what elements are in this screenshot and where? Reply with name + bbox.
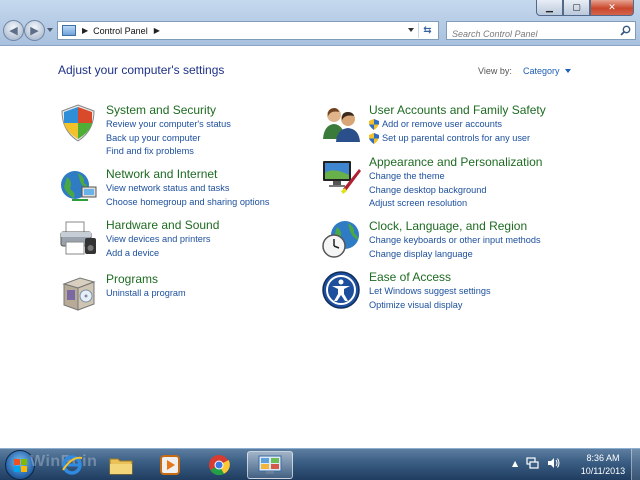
breadcrumb-control-panel[interactable]: Control Panel [93,26,148,36]
link-find-fix[interactable]: Find and fix problems [106,145,346,159]
link-back-up[interactable]: Back up your computer [106,132,346,146]
taskbar-windows-explorer[interactable] [98,451,144,479]
taskbar: WinPoin ▲ 8:36 AM 10/11/2013 [0,448,640,480]
search-box [446,21,636,43]
link-add-remove-accounts-label: Add or remove user accounts [382,119,503,129]
page-title: Adjust your computer's settings [58,63,225,77]
refresh-icon[interactable]: ⇆ [418,23,436,38]
taskbar-control-panel[interactable] [247,451,293,479]
link-view-devices[interactable]: View devices and printers [106,233,346,247]
back-button[interactable]: ◀ [3,20,24,41]
clock-globe-icon[interactable] [321,219,361,259]
windows-logo-icon [14,459,27,472]
minimize-button[interactable]: ▁ [536,0,563,16]
view-by-dropdown[interactable]: Category [523,66,571,76]
notification-area: ▲ [512,457,560,469]
link-change-theme[interactable]: Change the theme [369,170,609,184]
ease-of-access-icon[interactable] [321,270,361,310]
shield-icon[interactable] [58,103,98,143]
control-panel-window: ▁ ▢ ✕ ◀ ▶ ▶ Control Panel ▶ ⇆ Adjust [0,0,640,448]
category-title-hardware-sound[interactable]: Hardware and Sound [106,218,346,233]
link-homegroup[interactable]: Choose homegroup and sharing options [106,196,346,210]
search-icon[interactable] [620,25,631,36]
view-by-label: View by: [478,66,512,76]
close-button[interactable]: ✕ [590,0,634,16]
view-by-value: Category [523,66,560,76]
forward-arrow-icon: ▶ [30,24,39,37]
users-icon[interactable] [321,103,361,143]
programs-box-icon[interactable] [58,272,98,312]
link-display-language[interactable]: Change display language [369,248,609,262]
caption-buttons: ▁ ▢ ✕ [536,0,634,16]
link-add-remove-accounts[interactable]: Add or remove user accounts [369,118,609,132]
category-title-user-accounts[interactable]: User Accounts and Family Safety [369,103,609,118]
link-parental-controls-label: Set up parental controls for any user [382,132,531,143]
link-network-status[interactable]: View network status and tasks [106,182,346,196]
link-screen-resolution[interactable]: Adjust screen resolution [369,197,609,211]
link-parental-controls[interactable]: Set up parental controls for any user [369,132,609,146]
breadcrumb-chevron-icon[interactable]: ▶ [82,26,88,35]
show-hidden-icons-icon[interactable]: ▲ [512,459,518,468]
internet-explorer-icon [62,455,83,475]
maximize-button[interactable]: ▢ [563,0,590,16]
show-desktop-button[interactable] [631,449,640,480]
category-title-appearance[interactable]: Appearance and Personalization [369,155,609,170]
address-dropdown-icon[interactable] [408,28,414,32]
link-change-keyboards[interactable]: Change keyboards or other input methods [369,234,609,248]
clock-date: 10/11/2013 [580,466,626,476]
recent-pages-dropdown[interactable] [47,28,53,32]
link-optimize-display[interactable]: Optimize visual display [369,299,609,313]
back-arrow-icon: ◀ [9,24,18,37]
link-uninstall[interactable]: Uninstall a program [106,287,346,301]
link-review-status[interactable]: Review your computer's status [106,118,346,132]
category-title-programs[interactable]: Programs [106,272,346,287]
category-title-system-security[interactable]: System and Security [106,103,346,118]
printer-icon[interactable] [58,218,98,258]
address-bar[interactable]: ▶ Control Panel ▶ ⇆ [57,21,439,40]
uac-shield-icon [369,132,379,144]
taskbar-media-player[interactable] [147,451,193,479]
breadcrumb-chevron-icon[interactable]: ▶ [154,26,160,35]
link-desktop-background[interactable]: Change desktop background [369,184,609,198]
taskbar-chrome[interactable] [196,451,242,479]
control-panel-small-icon [62,25,76,36]
chevron-down-icon [564,69,571,73]
network-status-icon[interactable] [526,457,539,469]
search-input[interactable] [447,25,612,43]
link-add-device[interactable]: Add a device [106,247,346,261]
category-title-ease-of-access[interactable]: Ease of Access [369,270,609,285]
category-title-network-internet[interactable]: Network and Internet [106,167,346,182]
title-bar: ▁ ▢ ✕ ◀ ▶ ▶ Control Panel ▶ ⇆ [0,0,640,46]
media-player-icon [160,455,180,475]
uac-shield-icon [369,119,379,131]
control-panel-icon [258,455,282,474]
link-windows-suggest[interactable]: Let Windows suggest settings [369,285,609,299]
network-globe-icon[interactable] [58,167,98,207]
clock-time: 8:36 AM [586,453,620,463]
forward-button[interactable]: ▶ [24,20,45,41]
category-title-clock-language[interactable]: Clock, Language, and Region [369,219,609,234]
monitor-paint-icon[interactable] [321,155,361,195]
system-clock[interactable]: 8:36 AM 10/11/2013 [573,452,633,478]
volume-icon[interactable] [547,457,560,469]
chrome-icon [209,455,230,476]
taskbar-internet-explorer[interactable] [49,451,95,479]
windows-explorer-icon [109,458,133,475]
